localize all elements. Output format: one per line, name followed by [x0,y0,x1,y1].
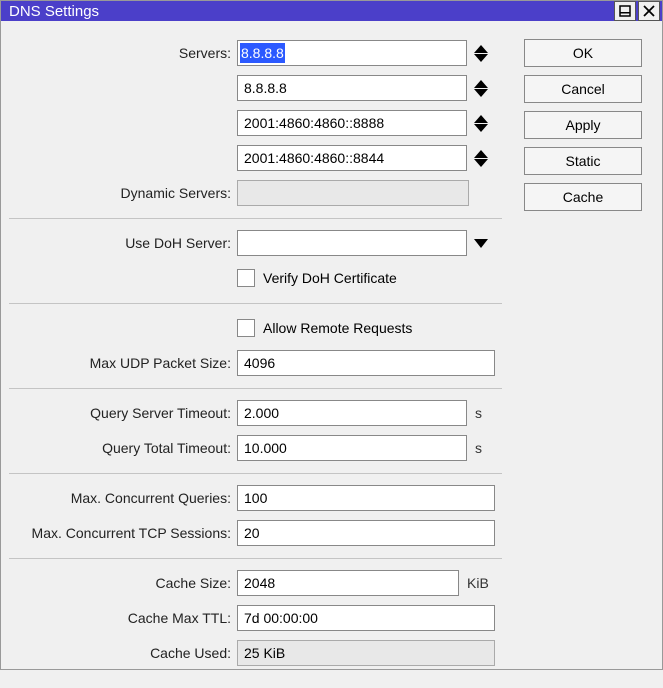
dynamic-servers-row: Dynamic Servers: [9,177,502,209]
max-concurrent-queries-input[interactable] [237,485,495,511]
seconds-unit: s [471,440,499,456]
divider [9,303,502,304]
allow-remote-checkbox[interactable]: Allow Remote Requests [237,319,412,337]
window-controls [614,1,660,21]
form-column: Servers: 8.8.8.8 [9,37,502,672]
dns-settings-window: DNS Settings Servers: 8.8.8.8 [0,0,663,670]
max-udp-row: Max UDP Packet Size: [9,347,502,379]
servers-label: Servers: [9,45,237,61]
static-button[interactable]: Static [524,147,642,175]
allow-remote-label: Allow Remote Requests [263,320,412,336]
servers-row-1 [9,72,502,104]
doh-row: Use DoH Server: [9,227,502,259]
max-concurrent-tcp-label: Max. Concurrent TCP Sessions: [9,525,237,541]
server-input-0[interactable] [237,40,467,66]
chevron-up-icon [474,115,488,123]
ok-button[interactable]: OK [524,39,642,67]
chevron-down-icon [474,54,488,62]
server-spinner-0[interactable] [471,40,491,66]
kib-unit: KiB [463,575,497,591]
window-title: DNS Settings [9,3,99,20]
cache-max-ttl-row: Cache Max TTL: [9,602,502,634]
verify-doh-row: Verify DoH Certificate [9,262,502,294]
servers-row-2 [9,107,502,139]
chevron-down-icon [474,89,488,97]
server-input-3[interactable] [237,145,467,171]
max-concurrent-tcp-input[interactable] [237,520,495,546]
cache-size-row: Cache Size: KiB [9,567,502,599]
cache-size-label: Cache Size: [9,575,237,591]
divider [9,388,502,389]
servers-row-0: Servers: 8.8.8.8 [9,37,502,69]
server-input-2[interactable] [237,110,467,136]
minimize-button[interactable] [614,1,636,21]
servers-row-3 [9,142,502,174]
query-total-timeout-label: Query Total Timeout: [9,440,237,456]
max-udp-input[interactable] [237,350,495,376]
query-server-timeout-input[interactable] [237,400,467,426]
close-button[interactable] [638,1,660,21]
divider [9,218,502,219]
max-concurrent-queries-label: Max. Concurrent Queries: [9,490,237,506]
server-spinner-1[interactable] [471,75,491,101]
cancel-button[interactable]: Cancel [524,75,642,103]
divider [9,473,502,474]
titlebar: DNS Settings [1,1,662,21]
max-udp-label: Max UDP Packet Size: [9,355,237,371]
dynamic-servers-label: Dynamic Servers: [9,185,237,201]
use-doh-label: Use DoH Server: [9,235,237,251]
server-spinner-3[interactable] [471,145,491,171]
server-spinner-2[interactable] [471,110,491,136]
query-server-timeout-row: Query Server Timeout: s [9,397,502,429]
query-total-timeout-row: Query Total Timeout: s [9,432,502,464]
chevron-down-icon [474,159,488,167]
chevron-down-icon [474,239,488,248]
divider [9,558,502,559]
allow-remote-row: Allow Remote Requests [9,312,502,344]
button-column: OK Cancel Apply Static Cache [524,37,642,672]
server-input-1[interactable] [237,75,467,101]
cache-max-ttl-label: Cache Max TTL: [9,610,237,626]
doh-server-combo[interactable] [237,230,467,256]
checkbox-box [237,269,255,287]
cache-max-ttl-input[interactable] [237,605,495,631]
query-server-timeout-label: Query Server Timeout: [9,405,237,421]
verify-doh-checkbox[interactable]: Verify DoH Certificate [237,269,397,287]
chevron-up-icon [474,80,488,88]
cache-used-label: Cache Used: [9,645,237,661]
seconds-unit: s [471,405,499,421]
max-concurrent-tcp-row: Max. Concurrent TCP Sessions: [9,517,502,549]
cache-size-input[interactable] [237,570,459,596]
chevron-up-icon [474,150,488,158]
cache-used-row: Cache Used: [9,637,502,669]
doh-dropdown-button[interactable] [471,239,491,248]
verify-doh-label: Verify DoH Certificate [263,270,397,286]
close-icon [643,5,655,17]
checkbox-box [237,319,255,337]
dialog-body: Servers: 8.8.8.8 [1,21,662,688]
dynamic-servers-input [237,180,469,206]
chevron-up-icon [474,45,488,53]
query-total-timeout-input[interactable] [237,435,467,461]
cache-used-value [237,640,495,666]
cache-button[interactable]: Cache [524,183,642,211]
max-concurrent-queries-row: Max. Concurrent Queries: [9,482,502,514]
chevron-down-icon [474,124,488,132]
apply-button[interactable]: Apply [524,111,642,139]
minimize-icon [619,5,631,17]
